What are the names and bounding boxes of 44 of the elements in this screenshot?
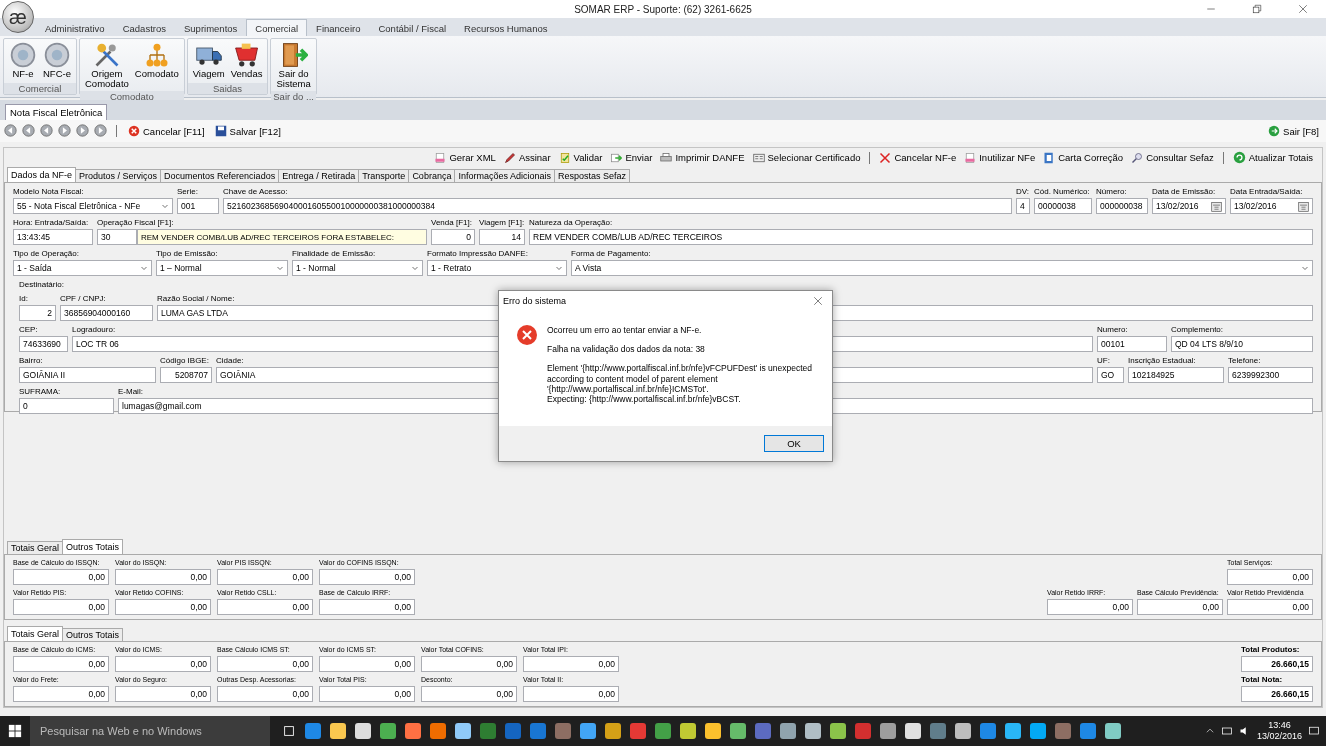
field-label: Cód. Numérico: <box>1034 186 1090 197</box>
dialog-title: Erro do sistema <box>503 296 567 306</box>
field-label: Viagem [F1]: <box>479 217 525 228</box>
app-logo: æ <box>2 1 34 33</box>
error-message: Ocorreu um erro ao tentar enviar a NF-e. <box>547 325 703 336</box>
field-label: Data Entrada/Saída: <box>1230 186 1303 197</box>
field-label: E-Mail: <box>118 386 143 397</box>
field-label: CPF / CNPJ: <box>60 293 106 304</box>
field-label: Número: <box>1096 186 1127 197</box>
field-label: Venda [F1]: <box>431 217 472 228</box>
field-label: Operação Fiscal [F1]: <box>97 217 174 228</box>
field-label: UF: <box>1097 355 1110 366</box>
field-label: Formato Impressão DANFE: <box>427 248 528 259</box>
field-label: DV: <box>1016 186 1030 197</box>
field-label: Inscrição Estadual: <box>1128 355 1196 366</box>
field-label: Bairro: <box>19 355 43 366</box>
field-label: Telefone: <box>1228 355 1261 366</box>
field-label: Id: <box>19 293 28 304</box>
group-label: Saidas <box>187 83 268 94</box>
section-label: Destinatário: <box>19 279 64 290</box>
field-label: Chave de Acesso: <box>223 186 288 197</box>
error-message: Element '{http://www.portalfiscal.inf.br/nfe}vFCPUFDest' is unexpected according to content model of parent element '{http://www.portalfiscal.inf.br/nfe}ICMSTot'. Expecting: {http://www.portalfiscal.inf.br/nfe}vBCST. <box>547 363 812 405</box>
field-label: Logradouro: <box>72 324 116 335</box>
field-label: Finalidade de Emissão: <box>292 248 376 259</box>
field-label: Tipo de Emissão: <box>156 248 218 259</box>
field-label: Natureza da Operação: <box>529 217 613 228</box>
field-label: Numero: <box>1097 324 1128 335</box>
field-label: CEP: <box>19 324 38 335</box>
field-label: Cidade: <box>216 355 244 366</box>
field-label: Complemento: <box>1171 324 1224 335</box>
field-label: Tipo de Operação: <box>13 248 79 259</box>
field-label: Serie: <box>177 186 198 197</box>
field-label: Data de Emissão: <box>1152 186 1216 197</box>
error-message: Falha na validação dos dados da nota: 38 <box>547 344 706 355</box>
group-label: Comercial <box>4 83 76 94</box>
window-title: SOMAR ERP - Suporte: (62) 3261-6625 <box>574 3 752 15</box>
field-label: Forma de Pagamento: <box>571 248 651 259</box>
field-label: Hora: Entrada/Saída: <box>13 217 89 228</box>
field-label: Código IBGE: <box>160 355 209 366</box>
field-label: Razão Social / Nome: <box>157 293 235 304</box>
field-label: Total Nota: <box>1241 674 1283 685</box>
field-label: Modelo Nota Fiscal: <box>13 186 84 197</box>
field-label: Total Produtos: <box>1241 644 1300 655</box>
field-label: SUFRAMA: <box>19 386 61 397</box>
